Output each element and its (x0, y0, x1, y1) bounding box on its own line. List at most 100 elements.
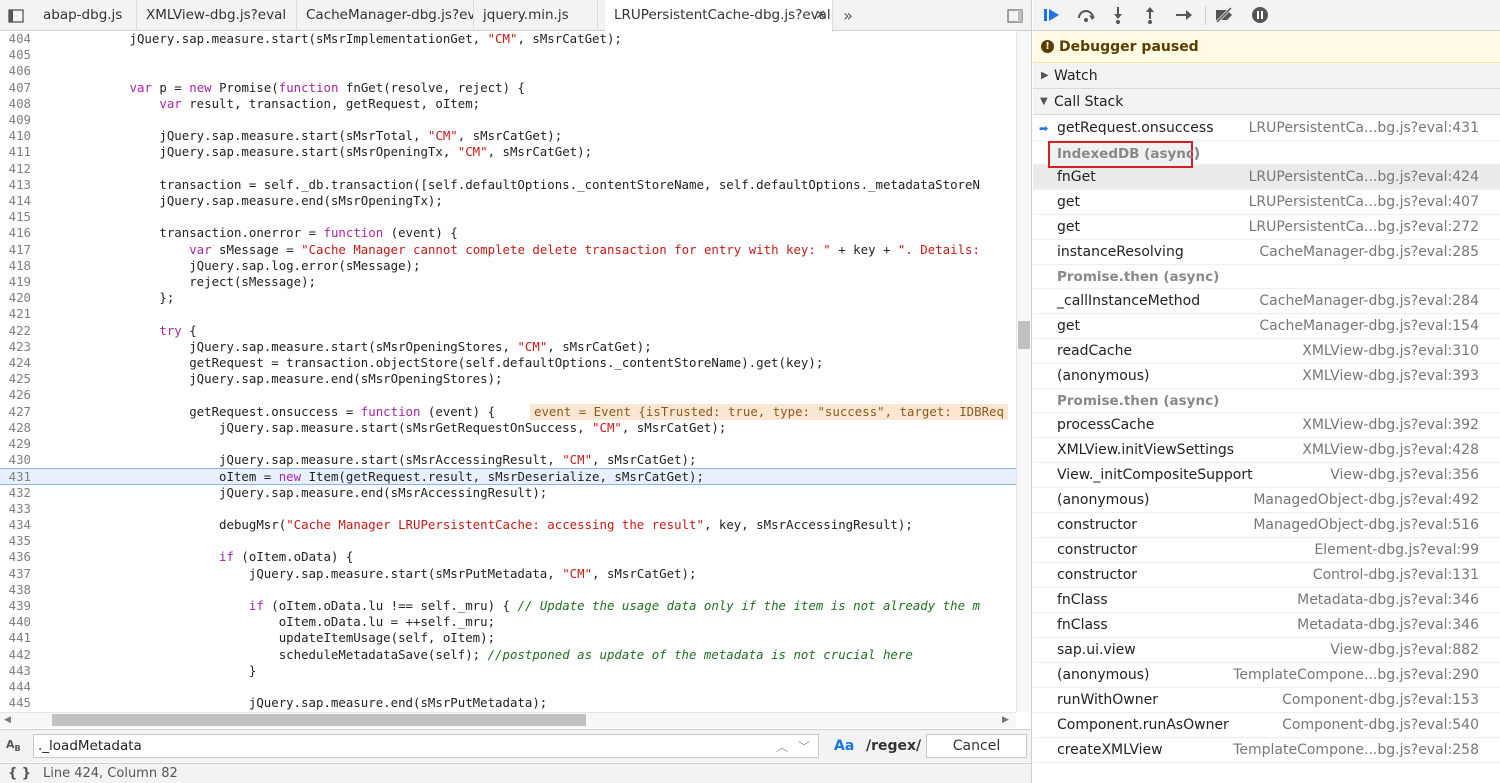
frame-location-link[interactable]: XMLView-dbg.js?eval:392 (1302, 413, 1479, 438)
code-line[interactable]: 421 (0, 306, 1016, 322)
step-into-icon[interactable] (1107, 4, 1129, 26)
call-frame[interactable]: View._initCompositeSupport View-dbg.js?ev… (1033, 463, 1500, 488)
frame-location-link[interactable]: XMLView-dbg.js?eval:393 (1302, 364, 1479, 389)
call-frame[interactable]: sap.ui.view View-dbg.js?eval:882 (1033, 638, 1500, 663)
pause-on-exceptions-icon[interactable] (1249, 4, 1271, 26)
line-number[interactable]: 433 (0, 501, 31, 517)
frame-location-link[interactable]: TemplateCompone...bg.js?eval:290 (1233, 663, 1479, 688)
code-line[interactable]: 414 jQuery.sap.measure.end(sMsrOpeningTx… (0, 193, 1016, 209)
code-line[interactable]: 431 oItem = new Item(getRequest.result, … (0, 468, 1016, 485)
line-number[interactable]: 410 (0, 128, 31, 144)
frame-location-link[interactable]: LRUPersistentCa...bg.js?eval:431 (1249, 116, 1479, 141)
call-frame[interactable]: processCache XMLView-dbg.js?eval:392 (1033, 413, 1500, 438)
call-frame[interactable]: createXMLView TemplateCompone...bg.js?eva… (1033, 738, 1500, 763)
line-number[interactable]: 445 (0, 695, 31, 711)
code-line[interactable]: 425 jQuery.sap.measure.end(sMsrOpeningSt… (0, 371, 1016, 387)
call-frame[interactable]: (anonymous) XMLView-dbg.js?eval:393 (1033, 364, 1500, 389)
call-frame[interactable]: _callInstanceMethod CacheManager-dbg.js?e… (1033, 289, 1500, 314)
call-frame[interactable]: XMLView.initViewSettings XMLView-dbg.js?e… (1033, 438, 1500, 463)
line-number[interactable]: 408 (0, 96, 31, 112)
pretty-print-button[interactable]: { } (8, 766, 31, 781)
frame-location-link[interactable]: Component-dbg.js?eval:540 (1282, 713, 1479, 738)
line-number[interactable]: 415 (0, 209, 31, 225)
call-frame[interactable]: get CacheManager-dbg.js?eval:154 (1033, 314, 1500, 339)
call-frame[interactable]: (anonymous) ManagedObject-dbg.js?eval:492 (1033, 488, 1500, 513)
editor-tab[interactable]: jquery.min.js (474, 0, 598, 31)
line-number[interactable]: 427 (0, 404, 31, 420)
call-frame[interactable]: fnClass Metadata-dbg.js?eval:346 (1033, 613, 1500, 638)
call-frame[interactable]: fnGet LRUPersistentCa...bg.js?eval:424 (1033, 165, 1500, 190)
panel-toggle-right-icon[interactable] (1004, 0, 1026, 31)
call-frame[interactable]: Component.runAsOwner Component-dbg.js?eva… (1033, 713, 1500, 738)
match-case-button[interactable]: Aa (834, 738, 854, 754)
line-number[interactable]: 423 (0, 339, 31, 355)
call-frame[interactable]: get LRUPersistentCa...bg.js?eval:407 (1033, 190, 1500, 215)
code-line[interactable]: 415 (0, 209, 1016, 225)
code-line[interactable]: 440 oItem.oData.lu = ++self._mru; (0, 614, 1016, 630)
call-frame[interactable]: runWithOwner Component-dbg.js?eval:153 (1033, 688, 1500, 713)
call-stack-pane-header[interactable]: ▼ Call Stack (1033, 89, 1500, 115)
step-over-icon[interactable] (1075, 4, 1097, 26)
code-line[interactable]: 435 (0, 533, 1016, 549)
step-out-icon[interactable] (1139, 4, 1161, 26)
code-line[interactable]: 411 jQuery.sap.measure.start(sMsrOpening… (0, 144, 1016, 160)
line-number[interactable]: 409 (0, 112, 31, 128)
line-number[interactable]: 436 (0, 549, 31, 565)
call-frame[interactable]: fnClass Metadata-dbg.js?eval:346 (1033, 588, 1500, 613)
line-number[interactable]: 413 (0, 177, 31, 193)
code-line[interactable]: 437 jQuery.sap.measure.start(sMsrPutMeta… (0, 566, 1016, 582)
line-number[interactable]: 416 (0, 225, 31, 241)
frame-location-link[interactable]: LRUPersistentCa...bg.js?eval:272 (1249, 215, 1479, 240)
search-input[interactable]: ._loadMetadata (33, 734, 819, 758)
frame-location-link[interactable]: Metadata-dbg.js?eval:346 (1297, 613, 1479, 638)
resume-icon[interactable] (1041, 4, 1063, 26)
frame-location-link[interactable]: XMLView-dbg.js?eval:310 (1302, 339, 1479, 364)
cancel-button[interactable]: Cancel (926, 734, 1027, 758)
code-line[interactable]: 438 (0, 582, 1016, 598)
scroll-right-icon[interactable]: ▶ (1002, 715, 1009, 725)
editor-tab[interactable]: CacheManager-dbg.js?eval (297, 0, 474, 31)
frame-location-link[interactable]: TemplateCompone...bg.js?eval:258 (1233, 738, 1479, 763)
call-frame[interactable]: instanceResolving CacheManager-dbg.js?eva… (1033, 240, 1500, 265)
line-number[interactable]: 412 (0, 161, 31, 177)
step-icon[interactable] (1173, 4, 1195, 26)
code-editor[interactable]: 404 jQuery.sap.measure.start(sMsrImpleme… (0, 31, 1016, 712)
regex-button[interactable]: /regex/ (866, 738, 921, 754)
code-line[interactable]: 426 (0, 387, 1016, 403)
vertical-scroll-thumb[interactable] (1018, 321, 1030, 349)
line-number[interactable]: 440 (0, 614, 31, 630)
frame-location-link[interactable]: ManagedObject-dbg.js?eval:492 (1253, 488, 1479, 513)
code-line[interactable]: 404 jQuery.sap.measure.start(sMsrImpleme… (0, 31, 1016, 47)
line-number[interactable]: 422 (0, 323, 31, 339)
code-line[interactable]: 441 updateItemUsage(self, oItem); (0, 630, 1016, 646)
code-line[interactable]: 427 getRequest.onsuccess = function (eve… (0, 403, 1016, 420)
frame-location-link[interactable]: LRUPersistentCa...bg.js?eval:424 (1249, 165, 1479, 190)
call-frame[interactable]: (anonymous) TemplateCompone...bg.js?eval:… (1033, 663, 1500, 688)
deactivate-breakpoints-icon[interactable] (1213, 4, 1235, 26)
frame-location-link[interactable]: Component-dbg.js?eval:153 (1282, 688, 1479, 713)
line-number[interactable]: 432 (0, 485, 31, 501)
chevron-up-icon[interactable]: ︿ (776, 738, 788, 755)
horizontal-scroll-thumb[interactable] (52, 714, 586, 726)
line-number[interactable]: 435 (0, 533, 31, 549)
code-line[interactable]: 434 debugMsr("Cache Manager LRUPersisten… (0, 517, 1016, 533)
line-number[interactable]: 424 (0, 355, 31, 371)
code-line[interactable]: 444 (0, 679, 1016, 695)
frame-location-link[interactable]: XMLView-dbg.js?eval:428 (1302, 438, 1479, 463)
code-line[interactable]: 409 (0, 112, 1016, 128)
line-number[interactable]: 438 (0, 582, 31, 598)
frame-location-link[interactable]: Metadata-dbg.js?eval:346 (1297, 588, 1479, 613)
code-line[interactable]: 412 (0, 161, 1016, 177)
frame-location-link[interactable]: CacheManager-dbg.js?eval:284 (1259, 289, 1479, 314)
line-number[interactable]: 426 (0, 387, 31, 403)
code-line[interactable]: 416 transaction.onerror = function (even… (0, 225, 1016, 241)
line-number[interactable]: 444 (0, 679, 31, 695)
code-line[interactable]: 419 reject(sMessage); (0, 274, 1016, 290)
line-number[interactable]: 429 (0, 436, 31, 452)
line-number[interactable]: 441 (0, 630, 31, 646)
frame-location-link[interactable]: CacheManager-dbg.js?eval:154 (1259, 314, 1479, 339)
line-number[interactable]: 421 (0, 306, 31, 322)
line-number[interactable]: 417 (0, 242, 31, 258)
line-number[interactable]: 434 (0, 517, 31, 533)
line-number[interactable]: 414 (0, 193, 31, 209)
